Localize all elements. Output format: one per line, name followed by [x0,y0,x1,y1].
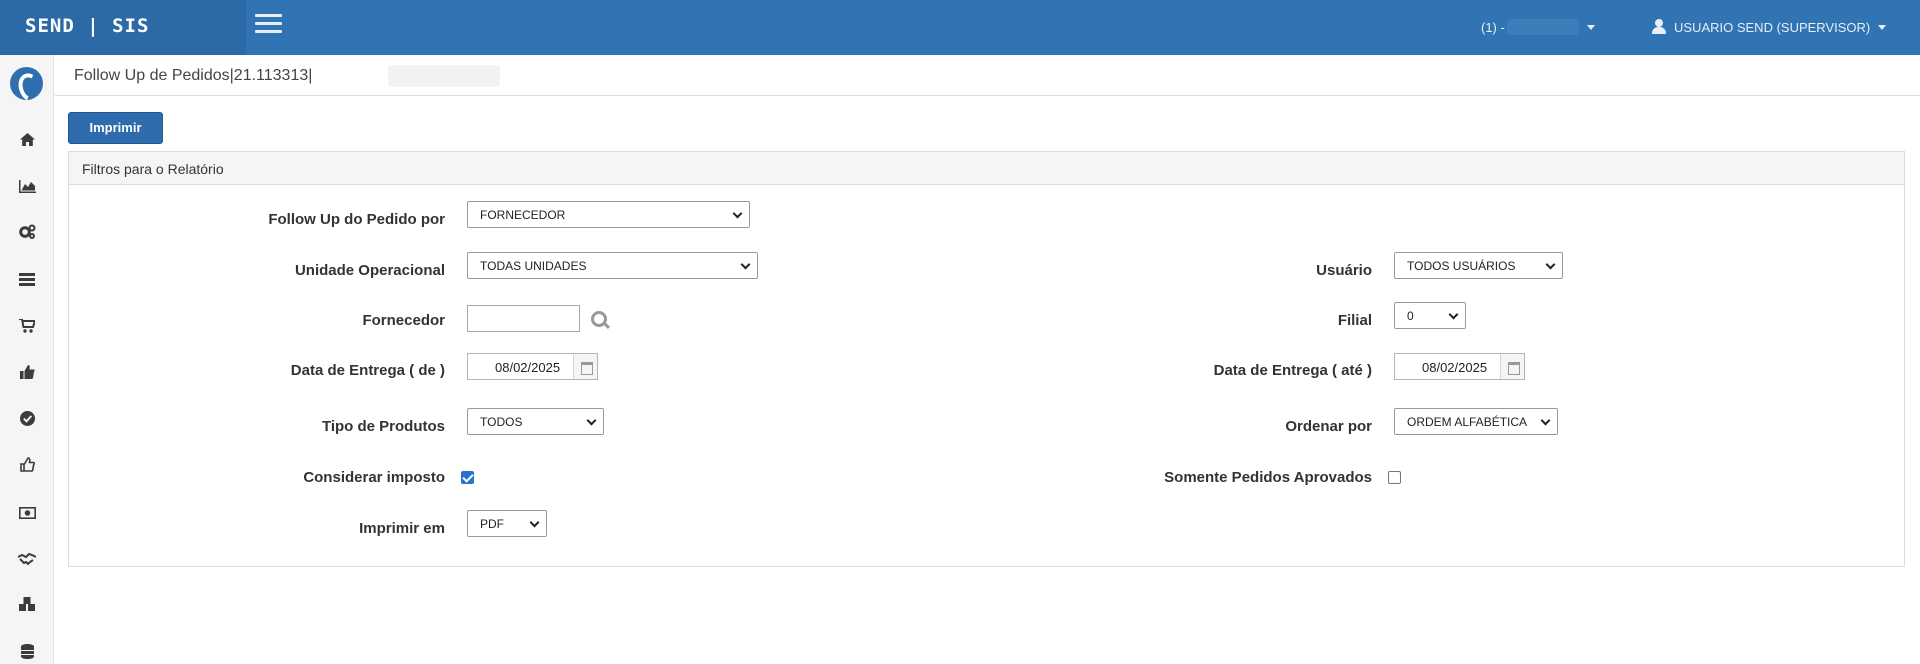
imprimir-em-label: Imprimir em [359,520,445,537]
aprovados-label: Somente Pedidos Aprovados [1164,469,1372,486]
tenant-label: (1) - [1481,20,1505,35]
tipo-select-value: TODOS [480,415,523,429]
tenant-name-redacted [1506,19,1579,35]
imprimir-em-select-value: PDF [480,517,504,531]
calendar-icon[interactable] [573,354,597,379]
brand-logo[interactable]: SEND | SIS [0,0,246,55]
chevron-down-icon [1540,415,1551,426]
chevron-down-icon [732,208,743,219]
ordenar-select-value: ORDEM ALFABÉTICA [1407,415,1528,429]
menu-toggle-icon[interactable] [255,14,287,38]
unidade-select[interactable]: TODAS UNIDADES [467,252,758,279]
tipo-label: Tipo de Produtos [321,418,445,435]
usuario-select-value: TODOS USUÁRIOS [1407,259,1516,273]
print-button[interactable]: Imprimir [68,112,163,144]
data-ate-value: 08/02/2025 [1422,360,1488,375]
list-icon[interactable] [15,270,39,294]
followup-select-value: FORNECEDOR [480,208,566,222]
user-name: USUARIO SEND (SUPERVISOR) [1674,20,1871,35]
app-logo-icon[interactable] [10,67,43,100]
thumbs-up-icon[interactable] [15,363,39,387]
chevron-down-icon [586,415,597,426]
imposto-label: Considerar imposto [303,469,445,486]
data-de-value: 08/02/2025 [495,360,561,375]
user-icon [1652,19,1666,34]
caret-down-icon [1586,25,1595,30]
imposto-checkbox[interactable] [461,471,474,484]
fornecedor-input[interactable] [467,305,580,332]
unidade-select-value: TODAS UNIDADES [480,259,587,273]
ordenar-select[interactable]: ORDEM ALFABÉTICA [1394,408,1558,435]
usuario-select[interactable]: TODOS USUÁRIOS [1394,252,1563,279]
usuario-label: Usuário [1316,262,1372,279]
cubes-icon[interactable] [15,596,39,620]
check-circle-icon[interactable] [15,410,39,434]
sidebar [0,55,54,664]
filial-select-value: 0 [1407,309,1414,323]
chevron-down-icon [1448,309,1459,320]
data-de-label: Data de Entrega ( de ) [290,362,445,379]
cart-icon[interactable] [15,317,39,341]
chevron-down-icon [1545,259,1556,270]
data-de-input[interactable]: 08/02/2025 [467,353,598,380]
home-icon[interactable] [15,130,39,154]
thumbs-up-outline-icon[interactable] [15,456,39,480]
imprimir-em-select[interactable]: PDF [467,510,547,537]
ordenar-label: Ordenar por [1285,418,1372,435]
unidade-label: Unidade Operacional [294,262,445,279]
database-icon[interactable] [15,643,39,664]
search-icon[interactable] [590,310,610,330]
page-title: Follow Up de Pedidos|21.113313| [74,67,313,84]
filial-select[interactable]: 0 [1394,302,1466,329]
tipo-select[interactable]: TODOS [467,408,604,435]
chevron-down-icon [740,259,751,270]
tenant-dropdown[interactable]: (1) - [1481,19,1595,35]
data-ate-label: Data de Entrega ( até ) [1213,362,1372,379]
followup-label: Follow Up do Pedido por [268,211,445,228]
caret-down-icon [1878,25,1887,30]
aprovados-checkbox[interactable] [1388,471,1401,484]
followup-select[interactable]: FORNECEDOR [467,201,750,228]
data-ate-input[interactable]: 08/02/2025 [1394,353,1525,380]
chevron-down-icon [529,517,540,528]
top-navbar: SEND | SIS (1) - USUARIO SEND (SUPERVISO… [0,0,1920,55]
calendar-icon[interactable] [1500,354,1524,379]
handshake-icon[interactable] [15,550,39,574]
user-menu[interactable]: USUARIO SEND (SUPERVISOR) [1652,19,1887,35]
redacted-text [388,65,500,87]
fornecedor-label: Fornecedor [362,312,445,329]
panel-title: Filtros para o Relatório [69,152,1904,185]
chart-area-icon[interactable] [15,177,39,201]
money-icon[interactable] [15,503,39,527]
cogs-icon[interactable] [15,223,39,247]
page-header: Follow Up de Pedidos|21.113313| [55,55,1920,96]
filial-label: Filial [1337,312,1372,329]
